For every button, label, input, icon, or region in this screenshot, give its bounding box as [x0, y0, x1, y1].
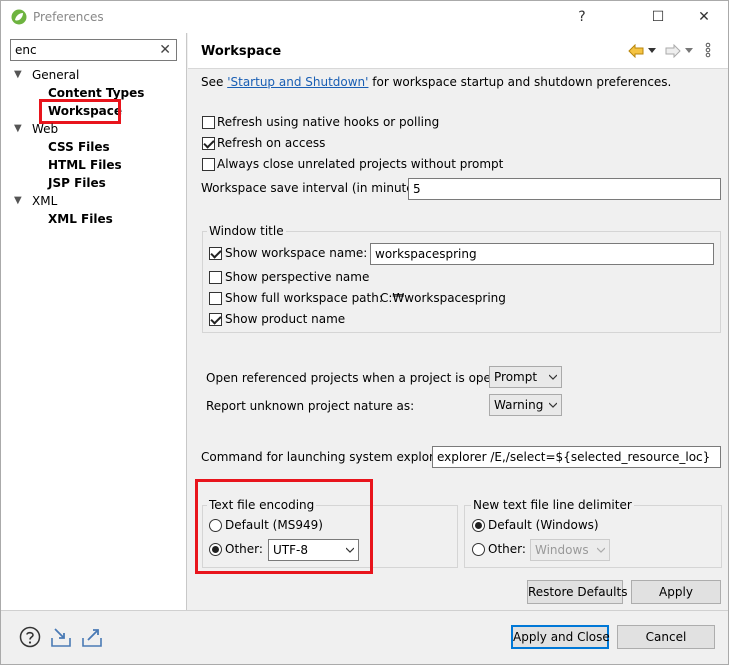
- open-referenced-value: Prompt: [494, 370, 538, 384]
- explorer-command-label: Command for launching system explorer:: [201, 450, 450, 464]
- delimiter-other-value: Windows: [535, 543, 589, 557]
- show-perspective-name-label: Show perspective name: [225, 270, 370, 284]
- forward-arrow-icon[interactable]: [665, 44, 681, 58]
- page-header: Workspace: [188, 33, 728, 69]
- window-title: Preferences: [33, 10, 104, 24]
- refresh-on-access-label: Refresh on access: [217, 136, 326, 150]
- delimiter-other-select: Windows: [530, 539, 610, 561]
- chevron-down-icon[interactable]: ▼: [14, 192, 22, 210]
- restore-defaults-button[interactable]: Restore Defaults: [527, 580, 627, 604]
- spring-leaf-icon: [11, 9, 27, 25]
- close-unrelated-label: Always close unrelated projects without …: [217, 157, 504, 171]
- unknown-nature-label: Report unknown project nature as:: [206, 399, 415, 413]
- cancel-button[interactable]: Cancel: [617, 625, 715, 649]
- tree-item-jsp-files[interactable]: JSP Files: [48, 174, 106, 192]
- apply-button[interactable]: Apply: [631, 580, 721, 604]
- show-product-name-label: Show product name: [225, 312, 346, 326]
- annotation-highlight-box: [195, 479, 373, 574]
- refresh-on-access-checkbox[interactable]: [202, 137, 215, 150]
- close-button[interactable]: ✕: [681, 1, 727, 33]
- intro-text: See 'Startup and Shutdown' for workspace…: [201, 75, 672, 89]
- back-dropdown-icon[interactable]: [648, 48, 656, 54]
- tree-item-css-files[interactable]: CSS Files: [48, 138, 110, 156]
- full-path-value: C:₩workspacespring: [380, 291, 506, 305]
- tree-item-xml[interactable]: XML: [32, 192, 57, 210]
- preference-page: Workspace See 'Startup and Shutdown' for…: [188, 33, 728, 610]
- close-unrelated-checkbox[interactable]: [202, 158, 215, 171]
- explorer-command-input[interactable]: explorer /E,/select=${selected_resource_…: [432, 446, 721, 468]
- unknown-nature-select[interactable]: Warning: [489, 394, 562, 416]
- delimiter-default-radio[interactable]: [472, 519, 485, 532]
- tree-item-html-files[interactable]: HTML Files: [48, 156, 122, 174]
- save-interval-label: Workspace save interval (in minutes):: [201, 181, 429, 195]
- show-full-path-checkbox[interactable]: [209, 292, 222, 305]
- refresh-native-checkbox[interactable]: [202, 116, 215, 129]
- window-title-group-label: Window title: [207, 224, 286, 238]
- page-title: Workspace: [201, 44, 282, 59]
- import-icon[interactable]: [50, 626, 72, 648]
- open-referenced-select[interactable]: Prompt: [489, 366, 562, 388]
- line-delimiter-group-label: New text file line delimiter: [471, 498, 634, 512]
- chevron-down-icon: [549, 402, 557, 408]
- preference-tree-panel: ✕ ▼ General Content Types Workspace ▼ We…: [1, 33, 187, 610]
- show-product-name-checkbox[interactable]: [209, 313, 222, 326]
- export-icon[interactable]: [81, 626, 103, 648]
- tree-item-web[interactable]: Web: [32, 120, 58, 138]
- unknown-nature-value: Warning: [494, 398, 544, 412]
- preferences-window: Preferences ? ☐ ✕ ✕ ▼ General Content Ty…: [0, 0, 729, 665]
- chevron-down-icon: [597, 547, 605, 553]
- chevron-down-icon[interactable]: ▼: [14, 66, 22, 84]
- clear-filter-icon[interactable]: ✕: [159, 41, 171, 59]
- tree-item-general[interactable]: General: [32, 66, 79, 84]
- chevron-down-icon[interactable]: ▼: [14, 120, 22, 138]
- open-referenced-label: Open referenced projects when a project …: [206, 371, 518, 385]
- show-workspace-name-label: Show workspace name:: [225, 246, 368, 260]
- delimiter-other-radio[interactable]: [472, 543, 485, 556]
- filter-field[interactable]: ✕: [10, 39, 177, 61]
- view-menu-icon[interactable]: [705, 42, 711, 58]
- startup-shutdown-link[interactable]: 'Startup and Shutdown': [227, 75, 368, 89]
- save-interval-input[interactable]: 5: [408, 178, 721, 200]
- refresh-native-label: Refresh using native hooks or polling: [217, 115, 440, 129]
- show-perspective-name-checkbox[interactable]: [209, 271, 222, 284]
- help-title-button[interactable]: ?: [559, 1, 605, 33]
- show-workspace-name-checkbox[interactable]: [209, 247, 222, 260]
- title-bar: Preferences ? ☐ ✕: [1, 1, 728, 33]
- apply-and-close-button[interactable]: Apply and Close: [511, 625, 610, 649]
- dialog-footer: Apply and Close Cancel: [1, 611, 728, 664]
- show-full-path-label: Show full workspace path:: [225, 291, 383, 305]
- chevron-down-icon: [549, 374, 557, 380]
- workspace-name-input[interactable]: workspacespring: [370, 243, 714, 265]
- help-icon[interactable]: [19, 626, 41, 648]
- forward-dropdown-icon[interactable]: [685, 48, 693, 54]
- delimiter-other-label: Other:: [488, 542, 526, 556]
- filter-input[interactable]: [13, 41, 153, 59]
- delimiter-default-label: Default (Windows): [488, 518, 599, 532]
- maximize-button[interactable]: ☐: [635, 1, 681, 33]
- back-arrow-icon[interactable]: [628, 44, 644, 58]
- tree-item-xml-files[interactable]: XML Files: [48, 210, 113, 228]
